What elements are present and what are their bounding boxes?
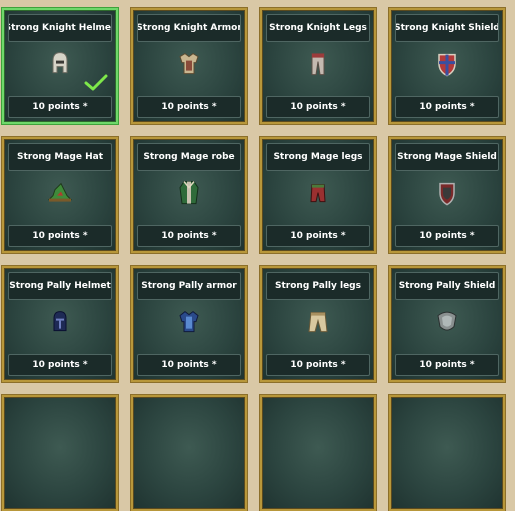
item-title: Strong Knight Shield [395,14,499,42]
item-title: Strong Pally legs [266,272,370,300]
item-points: 10 points * [266,225,370,247]
knight-legs-icon [311,53,325,76]
item-points: 10 points * [137,354,241,376]
item-card-strong-knight-legs[interactable]: Strong Knight Legs 10 points * [260,8,376,124]
item-title: Strong Mage robe [137,143,241,171]
item-card-strong-knight-shield[interactable]: Strong Knight Shield 10 points * [389,8,505,124]
item-points: 10 points * [8,354,112,376]
item-card-strong-pally-shield[interactable]: Strong Pally Shield 10 points * [389,266,505,382]
item-points: 10 points * [395,96,499,118]
item-card-partial[interactable] [260,395,376,511]
item-title: Strong Knight Legs [266,14,370,42]
pally-armor-icon [179,310,199,333]
item-card-strong-mage-robe[interactable]: Strong Mage robe 10 points * [131,137,247,253]
item-title: Strong Pally Helmet [8,272,112,300]
knight-shield-icon [438,53,456,77]
item-title: Strong Mage Shield [395,143,499,171]
item-title: Strong Mage Hat [8,143,112,171]
mage-shield-icon [439,182,455,206]
item-title: Strong Knight Helmet [8,14,112,42]
item-card-partial[interactable] [2,395,118,511]
item-title: Strong Pally Shield [395,272,499,300]
item-card-strong-knight-helmet[interactable]: Strong Knight Helmet 10 points * [2,8,118,124]
knight-armor-icon [179,52,199,75]
pally-shield-icon [437,311,457,331]
item-title: Strong Knight Armor [137,14,241,42]
pally-helmet-icon [53,311,67,332]
knight-helmet-icon [52,52,68,74]
item-card-strong-pally-legs[interactable]: Strong Pally legs 10 points * [260,266,376,382]
item-points: 10 points * [266,96,370,118]
item-title: Strong Pally armor [137,272,241,300]
item-points: 10 points * [137,96,241,118]
item-points: 10 points * [395,354,499,376]
item-points: 10 points * [8,96,112,118]
mage-hat-icon [47,182,73,202]
item-points: 10 points * [395,225,499,247]
item-points: 10 points * [8,225,112,247]
item-card-strong-pally-armor[interactable]: Strong Pally armor 10 points * [131,266,247,382]
item-grid: Strong Knight Helmet 10 points * Strong … [0,0,515,511]
mage-robe-icon [179,181,199,205]
item-points: 10 points * [266,354,370,376]
item-card-partial[interactable] [131,395,247,511]
item-card-strong-pally-helmet[interactable]: Strong Pally Helmet 10 points * [2,266,118,382]
item-points: 10 points * [137,225,241,247]
item-card-partial[interactable] [389,395,505,511]
item-card-strong-mage-shield[interactable]: Strong Mage Shield 10 points * [389,137,505,253]
item-card-strong-knight-armor[interactable]: Strong Knight Armor 10 points * [131,8,247,124]
item-title: Strong Mage legs [266,143,370,171]
pally-legs-icon [308,312,328,333]
mage-legs-icon [310,184,326,203]
checkmark-icon [84,74,108,91]
item-card-strong-mage-legs[interactable]: Strong Mage legs 10 points * [260,137,376,253]
item-card-strong-mage-hat[interactable]: Strong Mage Hat 10 points * [2,137,118,253]
